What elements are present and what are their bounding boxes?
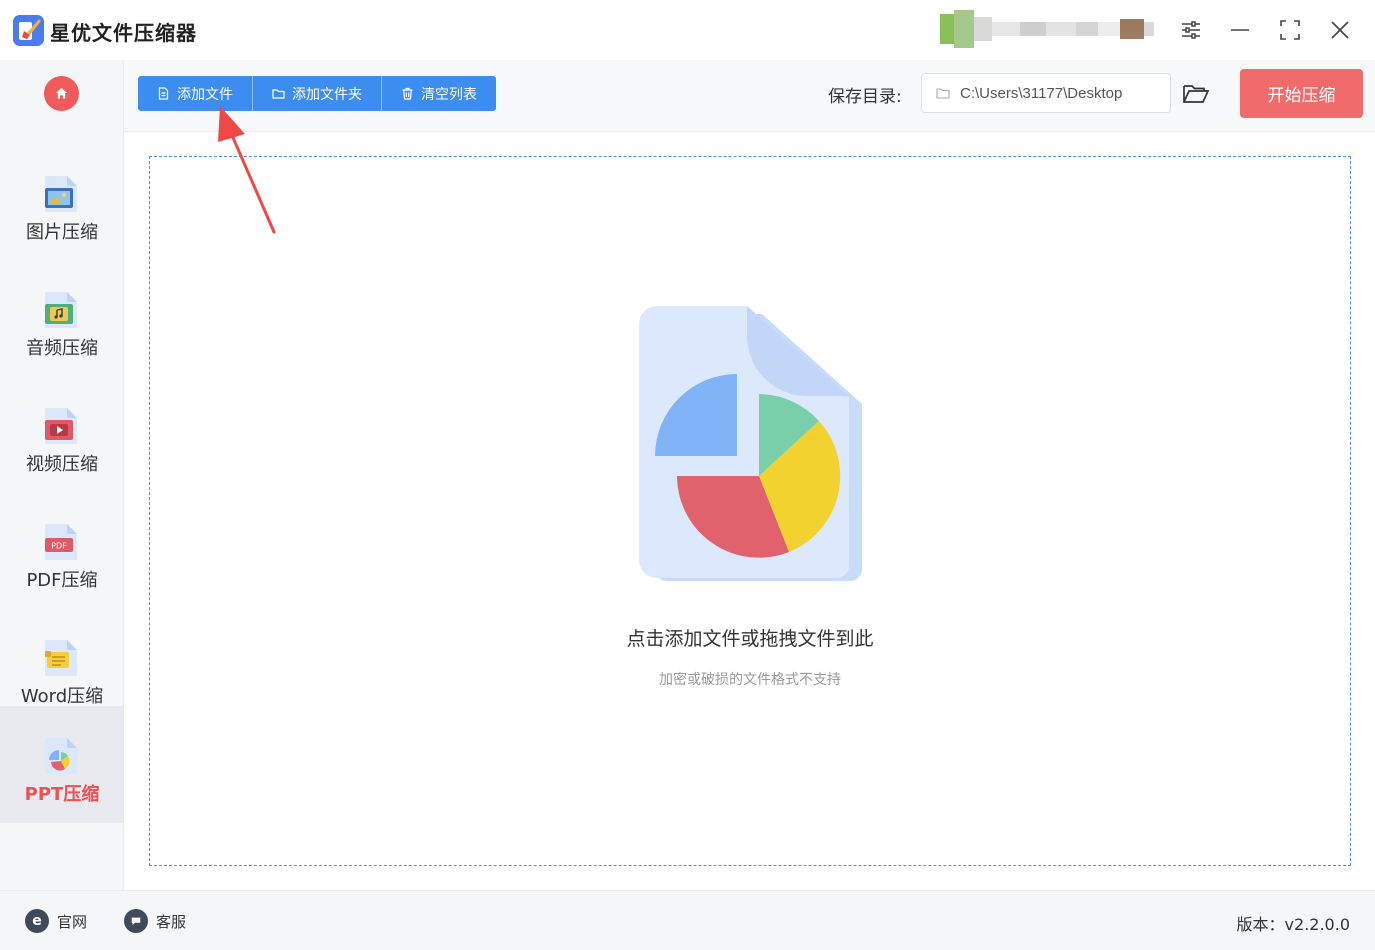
pdf-file-icon: PDF bbox=[45, 524, 77, 560]
document-icon bbox=[158, 87, 169, 100]
add-file-button[interactable]: 添加文件 bbox=[138, 76, 253, 111]
ppt-file-illustration-icon bbox=[639, 306, 862, 581]
file-button-group: 添加文件 添加文件夹 清空列表 bbox=[138, 76, 496, 111]
trash-icon bbox=[402, 87, 413, 100]
save-dir-value: C:\Users\31177\Desktop bbox=[960, 84, 1123, 102]
sidebar-item-image[interactable]: 图片压缩 bbox=[0, 144, 124, 260]
add-folder-button[interactable]: 添加文件夹 bbox=[253, 76, 382, 111]
word-file-icon bbox=[45, 640, 77, 676]
home-icon bbox=[55, 87, 68, 99]
folder-outline-icon bbox=[936, 88, 950, 99]
user-account-blurred[interactable] bbox=[940, 10, 1154, 48]
support-label: 客服 bbox=[156, 912, 187, 931]
clear-list-button[interactable]: 清空列表 bbox=[382, 76, 496, 111]
support-link[interactable]: 客服 bbox=[124, 909, 186, 933]
sidebar-item-label: 视频压缩 bbox=[26, 454, 98, 475]
save-dir-label: 保存目录: bbox=[828, 87, 902, 107]
chat-bubble-icon bbox=[124, 909, 148, 933]
sliders-icon[interactable] bbox=[1177, 16, 1205, 44]
app-logo-icon bbox=[13, 15, 44, 46]
sidebar-item-audio[interactable]: 音频压缩 bbox=[0, 260, 124, 376]
footer: e 官网 客服 版本：v2.2.0.0 bbox=[0, 890, 1375, 950]
ppt-file-icon bbox=[45, 738, 77, 774]
toolbar: 添加文件 添加文件夹 清空列表 保存目录: C:\Users\31177\Des… bbox=[124, 60, 1375, 132]
sidebar-item-video[interactable]: 视频压缩 bbox=[0, 376, 124, 492]
home-button[interactable] bbox=[44, 76, 79, 111]
sidebar-item-pdf[interactable]: PDF PDF压缩 bbox=[0, 492, 124, 608]
sidebar-item-label: Word压缩 bbox=[20, 686, 104, 707]
sidebar-item-label: PDF压缩 bbox=[26, 570, 98, 591]
website-link[interactable]: e 官网 bbox=[25, 909, 87, 933]
drop-zone-title: 点击添加文件或拖拽文件到此 bbox=[626, 628, 874, 650]
save-dir-field[interactable]: C:\Users\31177\Desktop bbox=[921, 73, 1171, 113]
browse-folder-icon[interactable] bbox=[1182, 80, 1210, 108]
minimize-icon[interactable] bbox=[1226, 16, 1254, 44]
add-folder-label: 添加文件夹 bbox=[292, 86, 362, 103]
image-file-icon bbox=[45, 176, 77, 212]
sidebar-item-label: PPT压缩 bbox=[24, 784, 100, 805]
maximize-icon[interactable] bbox=[1276, 16, 1304, 44]
close-icon[interactable] bbox=[1326, 16, 1354, 44]
clear-list-label: 清空列表 bbox=[421, 86, 477, 103]
title-bar: 星优文件压缩器 bbox=[0, 0, 1375, 60]
sidebar-item-label: 音频压缩 bbox=[26, 338, 98, 359]
svg-text:PDF: PDF bbox=[51, 542, 67, 551]
version-label: 版本：v2.2.0.0 bbox=[1236, 915, 1350, 934]
video-file-icon bbox=[45, 408, 77, 444]
drop-zone-subtitle: 加密或破损的文件格式不支持 bbox=[659, 672, 841, 688]
file-drop-zone[interactable]: 点击添加文件或拖拽文件到此 加密或破损的文件格式不支持 bbox=[149, 156, 1351, 866]
audio-file-icon bbox=[45, 292, 77, 328]
start-compress-button[interactable]: 开始压缩 bbox=[1240, 69, 1363, 118]
browser-e-icon: e bbox=[25, 909, 49, 933]
sidebar-item-ppt[interactable]: PPT压缩 bbox=[0, 706, 124, 823]
folder-icon bbox=[272, 89, 285, 99]
app-title: 星优文件压缩器 bbox=[50, 21, 197, 45]
add-file-label: 添加文件 bbox=[177, 86, 233, 103]
website-label: 官网 bbox=[57, 912, 88, 931]
sidebar-item-label: 图片压缩 bbox=[26, 222, 98, 243]
sidebar: 图片压缩 音频压缩 视频压缩 PDF PDF压缩 Word压缩 PPT压缩 bbox=[0, 60, 124, 890]
